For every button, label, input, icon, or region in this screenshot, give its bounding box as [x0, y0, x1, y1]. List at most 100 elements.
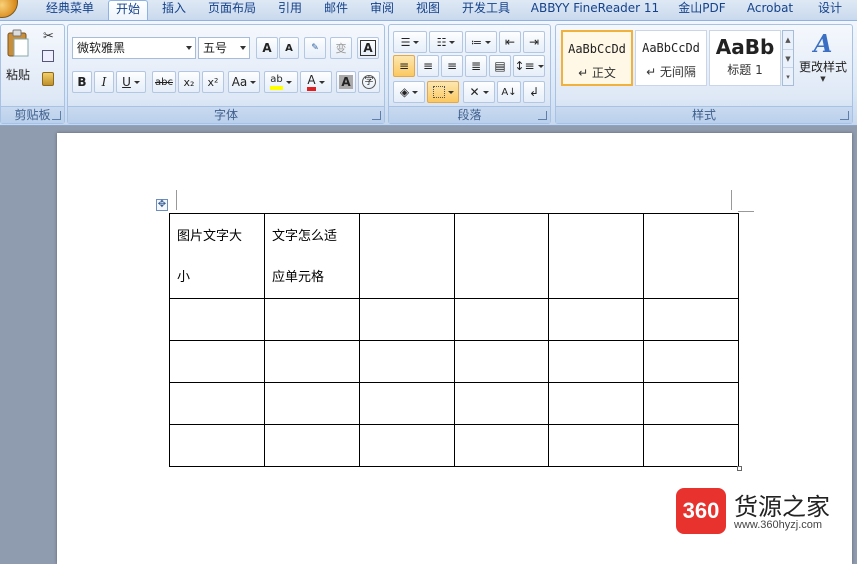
copy-icon[interactable]	[42, 50, 54, 62]
character-shading-button[interactable]: A	[336, 71, 356, 93]
table-cell[interactable]	[643, 382, 739, 425]
phonetic-guide-button[interactable]: 变	[330, 37, 352, 59]
cut-icon[interactable]: ✂	[43, 29, 54, 44]
document-table[interactable]: 图片文字大 小 文字怎么适 应单元格	[169, 213, 739, 467]
table-cell[interactable]	[454, 382, 549, 425]
enclose-character-button[interactable]: 字	[358, 71, 380, 93]
table-cell[interactable]	[264, 340, 360, 383]
styles-launcher-icon[interactable]	[840, 111, 849, 120]
table-cell[interactable]: 图片文字大 小	[169, 213, 265, 299]
table-cell[interactable]: 文字怎么适 应单元格	[264, 213, 360, 299]
table-cell[interactable]	[548, 213, 644, 299]
bullets-button[interactable]: ☰	[393, 31, 427, 53]
table-cell[interactable]	[169, 298, 265, 341]
tab-developer[interactable]: 开发工具	[456, 0, 516, 20]
more-styles-icon[interactable]: ▾	[783, 67, 793, 85]
font-size-combo[interactable]: 五号	[198, 37, 250, 59]
chevron-down-icon	[133, 80, 140, 84]
tab-insert[interactable]: 插入	[155, 0, 193, 20]
chinese-layout-button[interactable]: ✕	[463, 81, 495, 103]
justify-button[interactable]: ≣	[465, 55, 487, 77]
tab-home[interactable]: 开始	[108, 0, 148, 20]
table-cell[interactable]	[454, 298, 549, 341]
style-heading-1[interactable]: AaBb 标题 1	[709, 30, 781, 86]
distributed-button[interactable]: ▤	[489, 55, 511, 77]
tab-wps-pdf[interactable]: 金山PDF	[672, 0, 732, 20]
style-no-spacing[interactable]: AaBbCcDd ↵ 无间隔	[635, 30, 707, 86]
table-cell[interactable]	[359, 340, 455, 383]
table-cell[interactable]	[264, 298, 360, 341]
align-right-button[interactable]: ≡	[441, 55, 463, 77]
clear-format-button[interactable]: ✎	[304, 37, 326, 59]
sort-button[interactable]: A↓	[497, 81, 521, 103]
tab-view[interactable]: 视图	[410, 0, 446, 20]
table-cell[interactable]	[359, 424, 455, 467]
table-cell[interactable]	[264, 424, 360, 467]
change-case-button[interactable]: Aa	[228, 71, 260, 93]
tab-review[interactable]: 审阅	[364, 0, 400, 20]
align-center-button[interactable]: ≡	[417, 55, 439, 77]
format-painter-icon[interactable]	[42, 72, 54, 86]
table-cell[interactable]	[264, 382, 360, 425]
show-marks-button[interactable]: ↲	[523, 81, 545, 103]
font-launcher-icon[interactable]	[372, 111, 381, 120]
character-border-button[interactable]: A	[357, 37, 379, 59]
table-cell[interactable]	[359, 382, 455, 425]
table-cell[interactable]	[169, 424, 265, 467]
tab-abbyy[interactable]: ABBYY FineReader 11	[526, 0, 664, 20]
grow-font-button[interactable]: A	[256, 37, 278, 59]
style-normal[interactable]: AaBbCcDd ↵ 正文	[561, 30, 633, 86]
table-resize-handle[interactable]	[737, 466, 742, 471]
table-cell[interactable]	[359, 298, 455, 341]
superscript-button[interactable]: x²	[202, 71, 224, 93]
underline-button[interactable]: U	[116, 71, 146, 93]
table-cell[interactable]	[454, 340, 549, 383]
numbering-button[interactable]: ☷	[429, 31, 463, 53]
scroll-up-icon[interactable]: ▲	[783, 31, 793, 49]
decrease-indent-button[interactable]: ⇤	[499, 31, 521, 53]
paste-button[interactable]: 粘贴	[3, 27, 33, 87]
bold-button[interactable]: B	[72, 71, 92, 93]
font-color-button[interactable]: A	[300, 71, 332, 93]
table-cell[interactable]	[169, 340, 265, 383]
paste-label: 粘贴	[5, 68, 30, 82]
tab-references[interactable]: 引用	[272, 0, 308, 20]
table-cell[interactable]	[548, 382, 644, 425]
increase-indent-button[interactable]: ⇥	[523, 31, 545, 53]
italic-button[interactable]: I	[94, 71, 114, 93]
shrink-font-button[interactable]: A	[279, 37, 299, 59]
clipboard-launcher-icon[interactable]	[52, 111, 61, 120]
table-cell[interactable]	[454, 424, 549, 467]
tab-mailings[interactable]: 邮件	[318, 0, 354, 20]
tab-page-layout[interactable]: 页面布局	[201, 0, 263, 20]
scroll-down-icon[interactable]: ▼	[783, 49, 793, 67]
table-cell[interactable]	[643, 213, 739, 299]
table-move-handle-icon[interactable]: ✥	[156, 199, 168, 211]
strikethrough-button[interactable]: abc	[152, 71, 176, 93]
styles-scrollbar[interactable]: ▲ ▼ ▾	[782, 30, 794, 86]
highlight-button[interactable]: ab	[264, 71, 298, 93]
table-cell[interactable]	[643, 340, 739, 383]
paragraph-launcher-icon[interactable]	[538, 111, 547, 120]
multilevel-list-button[interactable]: ≔	[465, 31, 497, 53]
tab-classic-menu[interactable]: 经典菜单	[40, 0, 100, 20]
table-cell[interactable]	[359, 213, 455, 299]
shading-button[interactable]: ◈	[393, 81, 425, 103]
tab-design[interactable]: 设计	[810, 0, 850, 20]
table-cell[interactable]	[548, 298, 644, 341]
table-cell[interactable]	[643, 424, 739, 467]
table-cell[interactable]	[548, 340, 644, 383]
office-button[interactable]	[0, 0, 18, 18]
table-cell[interactable]	[643, 298, 739, 341]
change-styles-button[interactable]: A 更改样式 ▼	[796, 29, 850, 95]
line-spacing-button[interactable]: ↕≡	[513, 55, 545, 77]
tab-acrobat[interactable]: Acrobat	[740, 0, 800, 20]
font-group-label: 字体	[68, 106, 384, 123]
table-cell[interactable]	[548, 424, 644, 467]
font-name-combo[interactable]: 微软雅黑	[72, 37, 196, 59]
subscript-button[interactable]: x₂	[178, 71, 200, 93]
align-left-button[interactable]: ≡	[393, 55, 415, 77]
borders-button[interactable]	[427, 81, 459, 103]
table-cell[interactable]	[169, 382, 265, 425]
table-cell[interactable]	[454, 213, 549, 299]
